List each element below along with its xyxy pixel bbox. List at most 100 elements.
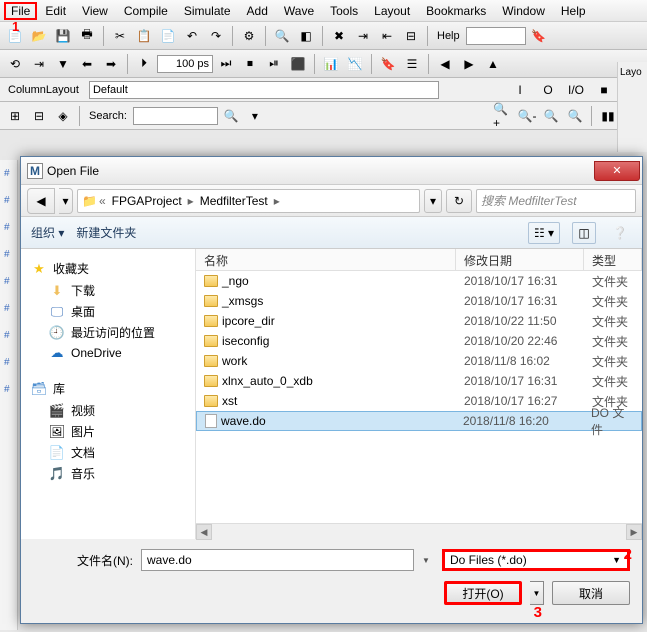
search-go-icon[interactable]: 🔍 (220, 105, 242, 127)
nav-history-button[interactable]: ▾ (59, 188, 73, 214)
menu-bookmarks[interactable]: Bookmarks (418, 2, 494, 20)
file-row[interactable]: _xmsgs2018/10/17 16:31文件夹 (196, 291, 642, 311)
cancel-button[interactable]: 取消 (552, 581, 630, 605)
menu-layout[interactable]: Layout (366, 2, 418, 20)
step2-icon[interactable]: ⇤ (376, 25, 398, 47)
col-name[interactable]: 名称 (196, 249, 456, 270)
menu-wave[interactable]: Wave (276, 2, 322, 20)
paste-icon[interactable]: 📄 (157, 25, 179, 47)
io-int[interactable]: ■ (593, 79, 615, 101)
filetype-select[interactable]: Do Files (*.do) ▼ (442, 549, 630, 571)
search-folder-input[interactable]: 搜索 MedfilterTest (476, 189, 636, 213)
cursor-icon[interactable]: ▼ (52, 53, 74, 75)
close-button[interactable]: ✕ (594, 161, 640, 181)
zoom-sel-icon[interactable]: 🔍 (564, 105, 586, 127)
file-row[interactable]: wave.do2018/11/8 16:20DO 文件 (196, 411, 642, 431)
expand-icon[interactable]: ⊞ (4, 105, 26, 127)
sidebar-favorites[interactable]: ★收藏夹 (21, 257, 195, 280)
toggle-icon[interactable]: ◧ (295, 25, 317, 47)
sidebar-onedrive[interactable]: ☁OneDrive (21, 343, 195, 363)
continue-icon[interactable]: ⏯ (263, 53, 285, 75)
compile-icon[interactable]: ⚙ (238, 25, 260, 47)
breadcrumb-item-1[interactable]: FPGAProject (108, 194, 186, 208)
break-icon[interactable]: ✖ (328, 25, 350, 47)
zoom-out-icon[interactable]: 🔍- (516, 105, 538, 127)
io-o[interactable]: O (537, 79, 559, 101)
run-fwd-icon[interactable]: ➡ (100, 53, 122, 75)
run-step-icon[interactable]: ⇥ (28, 53, 50, 75)
column-layout-select[interactable] (89, 81, 439, 99)
search-input[interactable] (133, 107, 218, 125)
step-icon[interactable]: ⇥ (352, 25, 374, 47)
prev-icon[interactable]: ◀ (434, 53, 456, 75)
menu-window[interactable]: Window (494, 2, 553, 20)
sidebar-videos[interactable]: 🎬视频 (21, 400, 195, 421)
help-go-icon[interactable]: 🔖 (528, 25, 550, 47)
up-icon[interactable]: ▲ (482, 53, 504, 75)
breadcrumb-item-2[interactable]: MedfilterTest (196, 194, 272, 208)
step3-icon[interactable]: ⊟ (400, 25, 422, 47)
col-date[interactable]: 修改日期 (456, 249, 584, 270)
undo-icon[interactable]: ↶ (181, 25, 203, 47)
h-scrollbar[interactable]: ◀ ▶ (196, 523, 642, 539)
sidebar-recent[interactable]: 🕘最近访问的位置 (21, 322, 195, 343)
newfolder-button[interactable]: 新建文件夹 (76, 224, 136, 241)
file-row[interactable]: work2018/11/8 16:02文件夹 (196, 351, 642, 371)
scroll-left-icon[interactable]: ◀ (196, 524, 212, 540)
col-type[interactable]: 类型 (584, 249, 642, 270)
wave-bars-icon[interactable]: ▮▮ (597, 105, 619, 127)
sidebar-music[interactable]: 🎵音乐 (21, 463, 195, 484)
open-drop-button[interactable]: ▼ (530, 581, 544, 605)
file-row[interactable]: ipcore_dir2018/10/22 11:50文件夹 (196, 311, 642, 331)
menu-edit[interactable]: Edit (37, 2, 74, 20)
collapse-icon[interactable]: ⊟ (28, 105, 50, 127)
refresh-button[interactable]: ↻ (446, 189, 472, 213)
list-icon[interactable]: ☰ (401, 53, 423, 75)
tree-icon[interactable]: ◈ (52, 105, 74, 127)
copy-icon[interactable]: 📋 (133, 25, 155, 47)
restart-icon[interactable]: ⟲ (4, 53, 26, 75)
breadcrumb[interactable]: 📁 « FPGAProject ▸ MedfilterTest ▸ (77, 189, 420, 213)
find-icon[interactable]: 🔍 (271, 25, 293, 47)
scroll-right-icon[interactable]: ▶ (626, 524, 642, 540)
file-row[interactable]: _ngo2018/10/17 16:31文件夹 (196, 271, 642, 291)
filename-input[interactable] (141, 549, 414, 571)
run-time-input[interactable] (157, 55, 213, 73)
menu-simulate[interactable]: Simulate (176, 2, 239, 20)
open-button[interactable]: 打开(O) (444, 581, 522, 605)
breadcrumb-drop[interactable]: ▾ (424, 189, 442, 213)
menu-compile[interactable]: Compile (116, 2, 176, 20)
nav-back-button[interactable]: ◀ (27, 188, 55, 214)
wave-add-icon[interactable]: 📊 (320, 53, 342, 75)
sidebar-libraries[interactable]: 🗃库 (21, 377, 195, 400)
next-icon[interactable]: ▶ (458, 53, 480, 75)
bookmark-icon[interactable]: 🔖 (377, 53, 399, 75)
cut-icon[interactable]: ✂ (109, 25, 131, 47)
sidebar-downloads[interactable]: ⬇下载 (21, 280, 195, 301)
wave-cfg-icon[interactable]: 📉 (344, 53, 366, 75)
zoom-in-icon[interactable]: 🔍+ (492, 105, 514, 127)
io-i[interactable]: I (509, 79, 531, 101)
menu-help[interactable]: Help (553, 2, 594, 20)
sidebar-pictures[interactable]: 🖼图片 (21, 421, 195, 442)
menu-file[interactable]: File (4, 2, 37, 20)
menu-view[interactable]: View (74, 2, 116, 20)
help-icon[interactable]: ❔ (608, 222, 632, 244)
save-icon[interactable]: 💾 (52, 25, 74, 47)
preview-button[interactable]: ◫ (572, 222, 596, 244)
file-row[interactable]: iseconfig2018/10/20 22:46文件夹 (196, 331, 642, 351)
open-icon[interactable]: 📂 (28, 25, 50, 47)
help-input[interactable] (466, 27, 526, 45)
io-io[interactable]: I/O (565, 79, 587, 101)
stop-icon[interactable]: ⬛ (287, 53, 309, 75)
break2-icon[interactable]: ⏹ (239, 53, 261, 75)
print-icon[interactable]: 🖶 (76, 25, 98, 47)
file-row[interactable]: xlnx_auto_0_xdb2018/10/17 16:31文件夹 (196, 371, 642, 391)
filename-drop-icon[interactable]: ▼ (422, 556, 434, 565)
run-all-icon[interactable]: ⏭ (215, 53, 237, 75)
file-row[interactable]: xst2018/10/17 16:27文件夹 (196, 391, 642, 411)
search-opt-icon[interactable]: ▾ (244, 105, 266, 127)
organize-button[interactable]: 组织 ▾ (31, 224, 64, 241)
redo-icon[interactable]: ↷ (205, 25, 227, 47)
run-icon[interactable]: ⏵ (133, 53, 155, 75)
